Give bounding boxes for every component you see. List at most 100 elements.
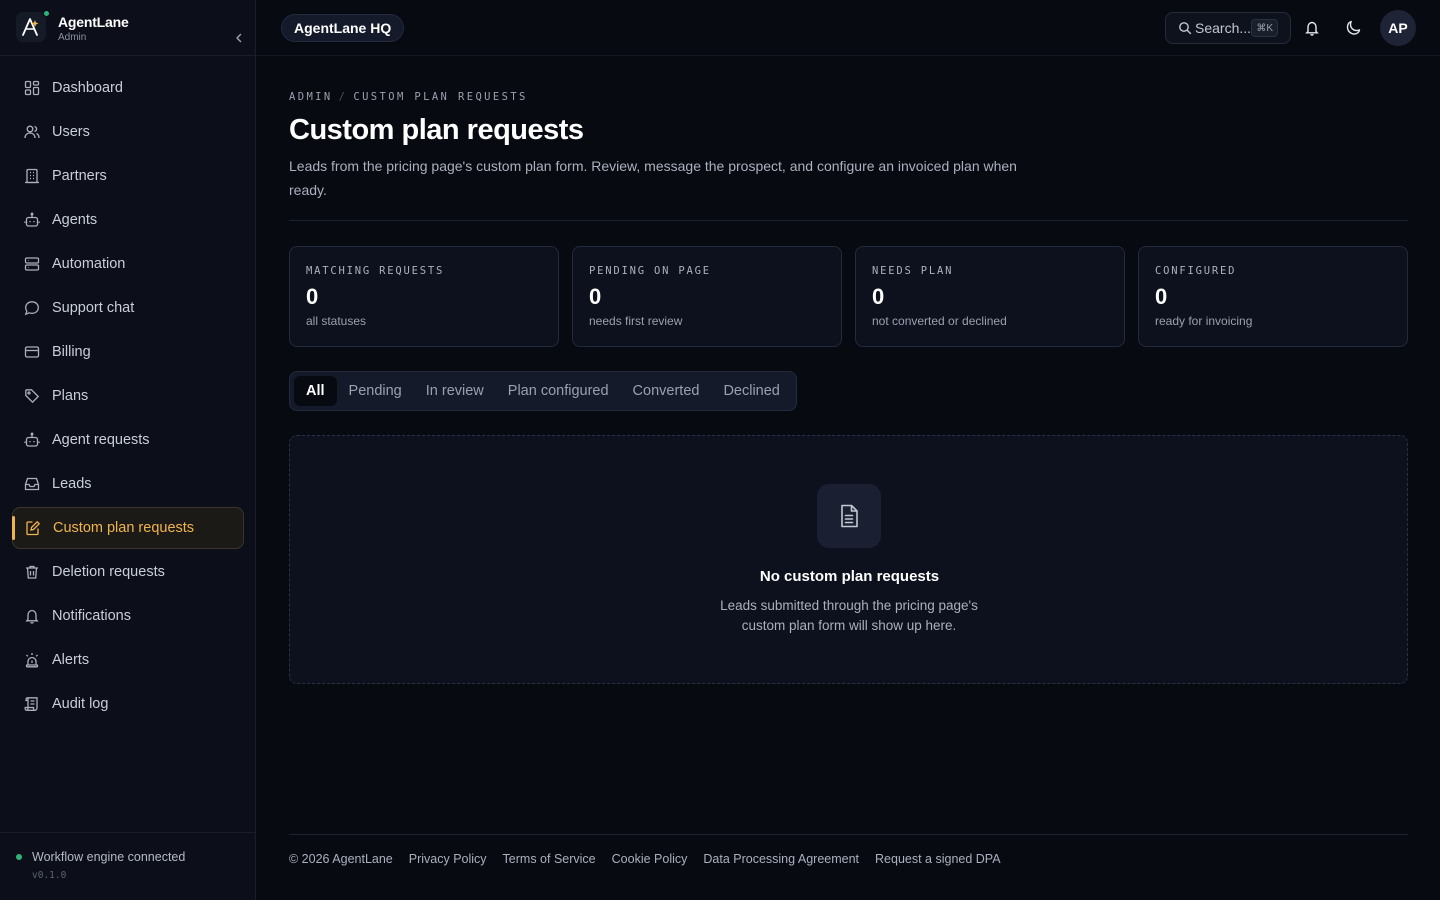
brand-role: Admin bbox=[58, 32, 87, 43]
search-shortcut: ⌘K bbox=[1251, 19, 1278, 37]
sidebar-item-label: Custom plan requests bbox=[53, 520, 195, 536]
stats-row: MATCHING REQUESTS 0 all statuses PENDING… bbox=[289, 246, 1408, 347]
brand-name: AgentLane bbox=[58, 14, 129, 30]
workspace-switcher[interactable]: AgentLane HQ bbox=[281, 14, 405, 42]
stat-label: MATCHING REQUESTS bbox=[306, 265, 445, 277]
stat-label: NEEDS PLAN bbox=[872, 265, 954, 277]
empty-state-title: No custom plan requests bbox=[759, 568, 940, 585]
sidebar-item-support-chat[interactable]: Support chat bbox=[12, 287, 244, 329]
status-filter-tabs: All Pending In review Plan configured Co… bbox=[289, 371, 797, 411]
theme-toggle-button[interactable] bbox=[1342, 16, 1366, 40]
sidebar-item-label: Leads bbox=[52, 476, 92, 492]
sidebar-item-plans[interactable]: Plans bbox=[12, 375, 244, 417]
collapse-sidebar-button[interactable] bbox=[229, 28, 249, 48]
sidebar-item-label: Agents bbox=[52, 212, 98, 228]
stat-card-pending-on-page: PENDING ON PAGE 0 needs first review bbox=[572, 246, 842, 347]
credit-card-icon bbox=[24, 344, 40, 360]
breadcrumb-item-admin[interactable]: ADMIN bbox=[289, 91, 333, 103]
trash-icon bbox=[24, 564, 40, 580]
dashboard-grid-icon bbox=[24, 80, 40, 96]
document-icon bbox=[817, 484, 881, 548]
building-icon bbox=[24, 168, 40, 184]
tab-converted[interactable]: Converted bbox=[621, 376, 712, 406]
page-title: Custom plan requests bbox=[289, 114, 584, 146]
sidebar-item-alerts[interactable]: Alerts bbox=[12, 639, 244, 681]
header-divider bbox=[289, 220, 1408, 221]
siren-icon bbox=[24, 652, 40, 668]
search-icon bbox=[1179, 22, 1192, 35]
bell-icon bbox=[24, 608, 40, 624]
tag-icon bbox=[24, 388, 40, 404]
sidebar-item-audit-log[interactable]: Audit log bbox=[12, 683, 244, 725]
bot-icon bbox=[24, 212, 40, 228]
page-description: Leads from the pricing page's custom pla… bbox=[289, 158, 1017, 198]
workflow-engine-status: Workflow engine connected bbox=[16, 850, 185, 864]
stat-label: PENDING ON PAGE bbox=[589, 265, 711, 277]
scroll-icon bbox=[24, 696, 40, 712]
stat-subtext: needs first review bbox=[589, 314, 683, 328]
sidebar-item-label: Users bbox=[52, 124, 90, 140]
sidebar-item-label: Alerts bbox=[52, 652, 90, 668]
request-signed-dpa-link[interactable]: Request a signed DPA bbox=[875, 852, 1001, 866]
topbar: AgentLane HQ Search... ⌘K AP bbox=[256, 0, 1440, 56]
search-button[interactable]: Search... ⌘K bbox=[1165, 12, 1291, 44]
sidebar-item-partners[interactable]: Partners bbox=[12, 155, 244, 197]
sidebar-item-label: Billing bbox=[52, 344, 91, 360]
tab-plan-configured[interactable]: Plan configured bbox=[496, 376, 621, 406]
stat-value: 0 bbox=[306, 284, 319, 309]
agentlane-logo-icon bbox=[16, 12, 46, 42]
chevron-left-icon bbox=[236, 33, 242, 43]
breadcrumb-separator: / bbox=[338, 91, 348, 103]
moon-icon bbox=[1346, 20, 1361, 35]
online-status-dot bbox=[43, 10, 50, 17]
tab-pending[interactable]: Pending bbox=[337, 376, 414, 406]
privacy-policy-link[interactable]: Privacy Policy bbox=[409, 852, 487, 866]
chat-bubble-icon bbox=[24, 300, 40, 316]
sidebar-item-label: Automation bbox=[52, 256, 126, 272]
sidebar-item-agent-requests[interactable]: Agent requests bbox=[12, 419, 244, 461]
tab-all[interactable]: All bbox=[294, 376, 337, 406]
footer: © 2026 AgentLane Privacy Policy Terms of… bbox=[289, 852, 1001, 866]
workflow-engine-status-text: Workflow engine connected bbox=[32, 850, 186, 864]
sidebar-item-users[interactable]: Users bbox=[12, 111, 244, 153]
sidebar-item-label: Audit log bbox=[52, 696, 109, 712]
terms-of-service-link[interactable]: Terms of Service bbox=[503, 852, 596, 866]
stat-subtext: not converted or declined bbox=[872, 314, 1007, 328]
sidebar-item-deletion-requests[interactable]: Deletion requests bbox=[12, 551, 244, 593]
stat-subtext: all statuses bbox=[306, 314, 367, 328]
stat-value: 0 bbox=[589, 284, 602, 309]
sidebar-item-label: Plans bbox=[52, 388, 89, 404]
stat-value: 0 bbox=[872, 284, 885, 309]
cookie-policy-link[interactable]: Cookie Policy bbox=[612, 852, 688, 866]
empty-state: No custom plan requests Leads submitted … bbox=[289, 435, 1408, 684]
stat-value: 0 bbox=[1155, 284, 1168, 309]
stat-card-matching-requests: MATCHING REQUESTS 0 all statuses bbox=[289, 246, 559, 347]
tab-in-review[interactable]: In review bbox=[414, 376, 496, 406]
sidebar-item-custom-plan-requests[interactable]: Custom plan requests bbox=[12, 507, 244, 549]
sidebar-footer-divider bbox=[0, 832, 255, 833]
server-icon bbox=[24, 256, 40, 272]
sidebar-item-notifications[interactable]: Notifications bbox=[12, 595, 244, 637]
sidebar-item-label: Support chat bbox=[52, 300, 135, 316]
inbox-icon bbox=[24, 476, 40, 492]
status-dot bbox=[16, 854, 22, 860]
empty-state-description: Leads submitted through the pricing page… bbox=[720, 598, 978, 633]
data-processing-agreement-link[interactable]: Data Processing Agreement bbox=[703, 852, 859, 866]
bot-icon bbox=[24, 432, 40, 448]
sidebar-item-leads[interactable]: Leads bbox=[12, 463, 244, 505]
sidebar-item-agents[interactable]: Agents bbox=[12, 199, 244, 241]
tab-declined[interactable]: Declined bbox=[711, 376, 791, 406]
search-label: Search... bbox=[1195, 20, 1252, 36]
notifications-button[interactable] bbox=[1300, 16, 1324, 40]
breadcrumb: ADMIN / CUSTOM PLAN REQUESTS bbox=[289, 91, 528, 103]
sidebar-item-label: Dashboard bbox=[52, 80, 123, 96]
sidebar-item-dashboard[interactable]: Dashboard bbox=[12, 67, 244, 109]
sidebar-item-billing[interactable]: Billing bbox=[12, 331, 244, 373]
sidebar-item-label: Partners bbox=[52, 168, 107, 184]
brand[interactable]: AgentLane Admin bbox=[16, 10, 244, 46]
stat-label: CONFIGURED bbox=[1155, 265, 1237, 277]
sidebar: AgentLane Admin Dashboard Users Partners… bbox=[0, 0, 256, 900]
sidebar-item-automation[interactable]: Automation bbox=[12, 243, 244, 285]
breadcrumb-item-current: CUSTOM PLAN REQUESTS bbox=[353, 91, 528, 103]
user-avatar[interactable]: AP bbox=[1380, 10, 1416, 46]
